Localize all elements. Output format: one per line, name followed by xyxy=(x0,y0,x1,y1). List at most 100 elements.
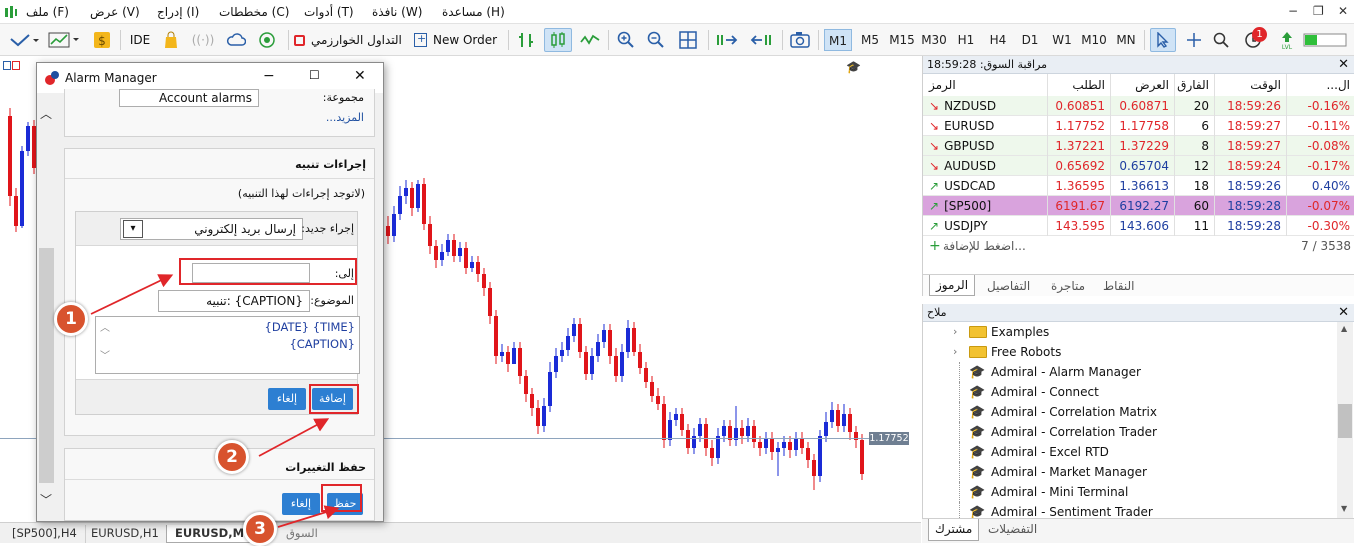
market-watch-row[interactable]: ↗ [SP500] 6191.67 6192.27 60 18:59:28 -0.07% xyxy=(923,196,1354,216)
expand-chevron-icon[interactable]: › xyxy=(953,342,957,362)
tab-common[interactable]: مشترك xyxy=(928,519,980,541)
column-bid[interactable]: الطلب xyxy=(1048,74,1111,96)
autoscroll-icon[interactable] xyxy=(714,28,742,52)
timeframe-m5[interactable]: M5 xyxy=(856,29,884,51)
candlestick-icon[interactable] xyxy=(544,28,572,52)
search-icon[interactable] xyxy=(1210,28,1232,52)
menu-window[interactable]: نافذة (W) xyxy=(372,5,422,19)
navigator-item[interactable]: › Examples xyxy=(923,322,1337,342)
scroll-up-icon[interactable]: ︿ xyxy=(40,105,52,122)
restore-icon[interactable]: ❐ xyxy=(1313,4,1324,18)
market-watch-row[interactable]: ↗ USDCAD 1.36595 1.36613 18 18:59:26 0.40% xyxy=(923,176,1354,196)
menu-insert[interactable]: إدراج (I) xyxy=(157,5,199,19)
navigator-item[interactable]: › Free Robots xyxy=(923,342,1337,362)
line-chart-icon[interactable] xyxy=(578,28,602,52)
timeframe-mn[interactable]: MN xyxy=(1112,29,1140,51)
bar-chart-icon[interactable] xyxy=(514,28,538,52)
menu-view[interactable]: عرض (V) xyxy=(90,5,140,19)
tab-ticks[interactable]: النقاط xyxy=(1097,276,1140,296)
screenshot-icon[interactable] xyxy=(788,28,812,52)
timeframe-m1[interactable]: M1 xyxy=(824,29,852,51)
dollar-icon[interactable]: $ xyxy=(92,28,112,52)
navigator-item[interactable]: 🎓 Admiral - Market Manager xyxy=(923,462,1337,482)
navigator-item[interactable]: 🎓 Admiral - Connect xyxy=(923,382,1337,402)
market-watch-row[interactable]: ↘ GBPUSD 1.37221 1.37229 8 18:59:27 -0.08% xyxy=(923,136,1354,156)
add-symbol-link[interactable]: اضغط للإضافة... xyxy=(943,239,1026,253)
market-watch-row[interactable]: ↘ EURUSD 1.17752 1.17758 6 18:59:27 -0.11% xyxy=(923,116,1354,136)
navigator-close-icon[interactable]: ✕ xyxy=(1338,304,1349,322)
navigator-item[interactable]: 🎓 Admiral - Excel RTD xyxy=(923,442,1337,462)
market-watch-row[interactable]: ↘ NZDUSD 0.60851 0.60871 20 18:59:26 -0.16% xyxy=(923,96,1354,116)
column-symbol[interactable]: الرمز xyxy=(923,74,1048,96)
navigator-item[interactable]: 🎓 Admiral - Mini Terminal xyxy=(923,482,1337,502)
navigator-item[interactable]: 🎓 Admiral - Correlation Matrix xyxy=(923,402,1337,422)
dialog-scrollbar[interactable]: ︿ ﹀ xyxy=(37,93,56,521)
crosshair-icon[interactable] xyxy=(1182,28,1206,52)
new-action-select[interactable]: إرسال بريد إلكتروني ▾ xyxy=(120,218,303,240)
close-icon[interactable]: ✕ xyxy=(1338,4,1348,18)
tile-windows-icon[interactable] xyxy=(676,28,700,52)
navigator-item[interactable]: 🎓 Admiral - Correlation Trader xyxy=(923,422,1337,442)
dialog-minimize-icon[interactable]: − xyxy=(263,68,275,84)
column-change[interactable]: ...ال xyxy=(1287,74,1354,96)
level-icon[interactable]: LVL xyxy=(1276,28,1298,52)
navigator-scrollbar[interactable]: ▲ ▼ xyxy=(1337,322,1353,518)
zoom-in-icon[interactable] xyxy=(614,28,638,52)
column-ask[interactable]: العرض xyxy=(1111,74,1175,96)
dialog-close-icon[interactable]: ✕ xyxy=(354,68,366,84)
timeframe-h4[interactable]: H4 xyxy=(984,29,1012,51)
tab-market[interactable]: السوق xyxy=(278,525,326,543)
scroll-thumb[interactable] xyxy=(39,248,54,483)
subject-input[interactable]: تنبيه: {CAPTION} xyxy=(158,290,310,312)
group-field[interactable]: Account alarms xyxy=(119,89,259,107)
folder-icon xyxy=(969,326,987,338)
market-watch-row[interactable]: ↗ USDJPY 143.595 143.606 11 18:59:28 -0.30% xyxy=(923,216,1354,236)
textarea-down-icon[interactable]: ﹀ xyxy=(100,347,110,362)
minimize-icon[interactable]: − xyxy=(1288,4,1298,18)
tab-trading[interactable]: متاجرة xyxy=(1045,276,1091,296)
menu-tools[interactable]: أدوات (T) xyxy=(304,5,354,19)
market-watch-close-icon[interactable]: ✕ xyxy=(1338,56,1349,74)
dialog-maximize-icon[interactable]: ☐ xyxy=(309,68,320,82)
timeframe-w1[interactable]: W1 xyxy=(1048,29,1076,51)
signal-icon[interactable]: ((·)) xyxy=(192,28,215,52)
notifications-icon[interactable]: 1 xyxy=(1238,27,1268,52)
add-icon[interactable]: + xyxy=(929,238,941,254)
algo-trading-button[interactable]: التداول الخوارزمي xyxy=(294,28,406,52)
market-watch-row[interactable]: ↘ AUDUSD 0.65692 0.65704 12 18:59:24 -0.17% xyxy=(923,156,1354,176)
menu-help[interactable]: مساعدة (H) xyxy=(442,5,505,19)
tab-sp500-h4[interactable]: [SP500],H4 xyxy=(4,525,86,543)
timeframe-m15[interactable]: M15 xyxy=(888,29,916,51)
chart-type-icon[interactable] xyxy=(46,28,82,52)
timeframe-m30[interactable]: M30 xyxy=(920,29,948,51)
column-spread[interactable]: الفارق xyxy=(1175,74,1215,96)
timeframe-h1[interactable]: H1 xyxy=(952,29,980,51)
message-body-textarea[interactable]: ︿ ﹀ {DATE} {TIME} {CAPTION} xyxy=(95,316,360,374)
menu-file[interactable]: ملف (F) xyxy=(26,5,69,19)
column-time[interactable]: الوقت xyxy=(1215,74,1287,96)
navigator-item[interactable]: 🎓 Admiral - Alarm Manager xyxy=(923,362,1337,382)
crosshair-menu-icon[interactable] xyxy=(6,28,42,52)
chart-shift-icon[interactable] xyxy=(748,28,776,52)
scroll-down-icon[interactable]: ﹀ xyxy=(40,491,52,508)
tab-favorites[interactable]: التفضيلات xyxy=(982,519,1043,539)
textarea-up-icon[interactable]: ︿ xyxy=(100,319,110,334)
zoom-out-icon[interactable] xyxy=(644,28,668,52)
tab-symbols[interactable]: الرموز xyxy=(929,275,976,296)
tab-details[interactable]: التفاصيل xyxy=(981,276,1036,296)
cancel-save-button[interactable]: إلغاء xyxy=(282,493,320,515)
connection-status-icon[interactable] xyxy=(1302,28,1348,52)
tab-eurusd-h1[interactable]: EURUSD,H1 xyxy=(83,525,168,543)
menu-charts[interactable]: مخططات (C) xyxy=(219,5,289,19)
ide-button[interactable]: IDE xyxy=(127,28,153,52)
shopping-bag-icon[interactable] xyxy=(160,28,182,52)
timeframe-m10[interactable]: M10 xyxy=(1080,29,1108,51)
vps-icon[interactable] xyxy=(256,28,280,52)
cancel-action-button[interactable]: إلغاء xyxy=(268,388,306,410)
cloud-icon[interactable] xyxy=(224,28,248,52)
more-link[interactable]: المزيد... xyxy=(326,111,364,124)
new-order-button[interactable]: + New Order xyxy=(414,28,500,52)
expand-chevron-icon[interactable]: › xyxy=(953,322,957,342)
timeframe-d1[interactable]: D1 xyxy=(1016,29,1044,51)
cursor-icon[interactable] xyxy=(1150,28,1176,52)
